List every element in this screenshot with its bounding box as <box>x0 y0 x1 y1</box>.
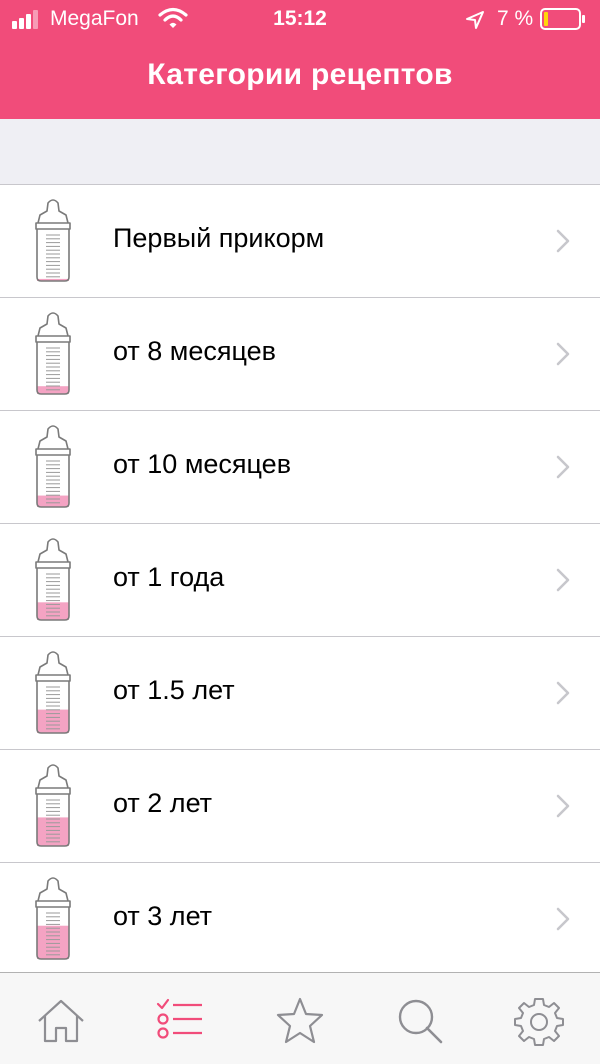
tab-home[interactable] <box>35 995 87 1047</box>
category-label: от 3 лет <box>113 901 213 931</box>
baby-bottle-icon <box>35 651 71 734</box>
battery-icon <box>540 8 585 30</box>
category-row[interactable]: от 1.5 лет <box>0 637 600 750</box>
chevron-right-icon <box>556 342 570 366</box>
category-row[interactable]: от 10 месяцев <box>0 411 600 524</box>
category-label: от 10 месяцев <box>113 449 292 479</box>
category-list: Первый прикорм от 8 месяцев от 10 месяцев о… <box>0 185 600 976</box>
home-icon <box>38 999 84 1043</box>
bottle-fill <box>37 925 69 959</box>
baby-bottle-icon <box>35 199 71 282</box>
category-label: от 8 месяцев <box>113 336 277 366</box>
baby-bottle-icon <box>35 538 71 621</box>
tab-bar <box>0 972 600 1064</box>
category-row[interactable]: от 3 лет <box>0 863 600 976</box>
section-spacer <box>0 119 600 185</box>
category-row[interactable]: Первый прикорм <box>0 185 600 298</box>
header: MegaFon 15:12 7 % Категории рецептов <box>0 0 600 119</box>
tab-settings[interactable] <box>513 995 565 1047</box>
category-label: Первый прикорм <box>113 223 325 253</box>
gear-icon <box>514 998 564 1046</box>
chevron-right-icon <box>556 907 570 931</box>
status-bar: MegaFon 15:12 7 % <box>0 0 600 40</box>
location-arrow-icon <box>466 11 484 29</box>
category-label: от 1 года <box>113 562 225 592</box>
search-icon <box>398 999 443 1044</box>
page-title: Категории рецептов <box>147 58 453 91</box>
chevron-right-icon <box>556 229 570 253</box>
category-row[interactable]: от 2 лет <box>0 750 600 863</box>
category-label: от 2 лет <box>113 788 213 818</box>
chevron-right-icon <box>556 455 570 479</box>
baby-bottle-icon <box>35 877 71 960</box>
baby-bottle-icon <box>35 425 71 508</box>
star-icon <box>276 997 324 1044</box>
tab-categories[interactable] <box>154 995 206 1047</box>
category-row[interactable]: от 8 месяцев <box>0 298 600 411</box>
bottle-fill <box>37 602 69 620</box>
checklist-icon <box>156 998 202 1039</box>
category-label: от 1.5 лет <box>113 675 235 705</box>
chevron-right-icon <box>556 568 570 592</box>
baby-bottle-icon <box>35 312 71 395</box>
tab-search[interactable] <box>394 995 446 1047</box>
chevron-right-icon <box>556 681 570 705</box>
chevron-right-icon <box>556 794 570 818</box>
tab-favorites[interactable] <box>274 995 326 1047</box>
category-row[interactable]: от 1 года <box>0 524 600 637</box>
bottle-fill <box>37 495 69 507</box>
battery-percent: 7 % <box>497 7 534 30</box>
baby-bottle-icon <box>35 764 71 847</box>
